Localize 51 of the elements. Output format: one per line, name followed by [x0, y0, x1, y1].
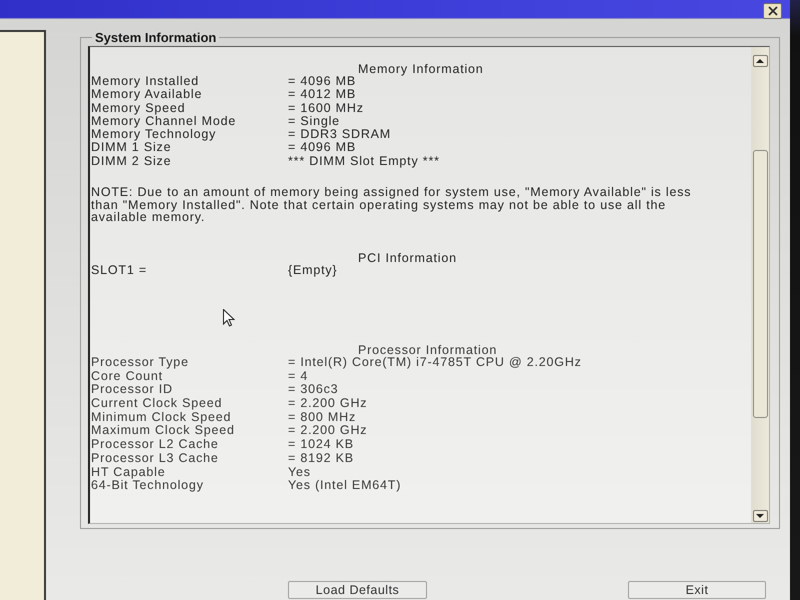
- up-triangle-icon: [756, 59, 764, 63]
- info-value: = 2.200 GHz: [288, 396, 368, 411]
- section-heading: Memory Information: [358, 64, 485, 75]
- section-heading: Processor Information: [358, 344, 498, 356]
- info-value: = DDR3 SDRAM: [288, 128, 392, 142]
- scroll-down-button[interactable]: [752, 510, 768, 522]
- group-title: System Information: [94, 30, 218, 45]
- info-label: Processor L2 Cache: [91, 438, 219, 452]
- mouse-pointer-icon: [223, 309, 235, 327]
- info-value: = 800 MHz: [288, 410, 356, 424]
- info-label: DIMM 1 Size: [91, 141, 172, 155]
- down-triangle-icon: [756, 514, 764, 518]
- info-value: = 1024 KB: [288, 438, 354, 452]
- info-value: = Intel(R) Core(TM) i7-4785T CPU @ 2.20GHz: [288, 356, 582, 370]
- close-icon: [768, 6, 778, 16]
- info-label: Core Count: [91, 370, 163, 384]
- info-label: Memory Installed: [91, 75, 199, 88]
- scrollbar-thumb[interactable]: [752, 150, 768, 418]
- info-value: = Single: [288, 114, 340, 128]
- scroll-up-button[interactable]: [752, 55, 768, 67]
- close-button[interactable]: [763, 2, 782, 18]
- info-value: = 1600 MHz: [288, 102, 364, 115]
- info-value: = 4012 MB: [288, 88, 356, 102]
- load-defaults-button[interactable]: Load Defaults: [288, 581, 427, 599]
- info-label: HT Capable: [91, 466, 166, 480]
- info-label: Memory Available: [91, 88, 202, 102]
- info-value: = 4096 MB: [288, 75, 356, 88]
- info-label: DIMM 2 Size: [91, 154, 172, 168]
- info-label: Memory Speed: [91, 102, 186, 115]
- info-label: Processor L3 Cache: [91, 452, 219, 466]
- info-value: {Empty}: [288, 264, 338, 277]
- note-text: NOTE: Due to an amount of memory being assigned for system use, "Memory Available" is less than "Memory Installed". Note that certain operating systems may not be able to use all the available memory.: [91, 186, 692, 224]
- info-label: Minimum Clock Speed: [91, 410, 232, 424]
- info-value: Yes (Intel EM64T): [288, 479, 402, 493]
- info-value: = 306c3: [288, 383, 338, 397]
- section-heading: PCI Information: [358, 252, 458, 264]
- info-label: 64-Bit Technology: [91, 479, 204, 493]
- info-label: Processor Type: [91, 356, 189, 370]
- info-value: = 4: [288, 370, 308, 384]
- info-value: Yes: [288, 466, 311, 480]
- info-label: Memory Channel Mode: [91, 114, 236, 128]
- info-value: = 8192 KB: [288, 452, 354, 466]
- exit-button[interactable]: Exit: [628, 581, 766, 599]
- info-label: Memory Technology: [91, 128, 216, 142]
- info-label: Maximum Clock Speed: [91, 424, 235, 438]
- info-value: = 4096 MB: [288, 141, 356, 155]
- info-label: Processor ID: [91, 383, 173, 397]
- info-value: = 2.200 GHz: [288, 424, 368, 438]
- info-value: *** DIMM Slot Empty ***: [288, 154, 440, 168]
- info-label: Current Clock Speed: [91, 396, 222, 411]
- info-label: SLOT1 =: [91, 264, 147, 277]
